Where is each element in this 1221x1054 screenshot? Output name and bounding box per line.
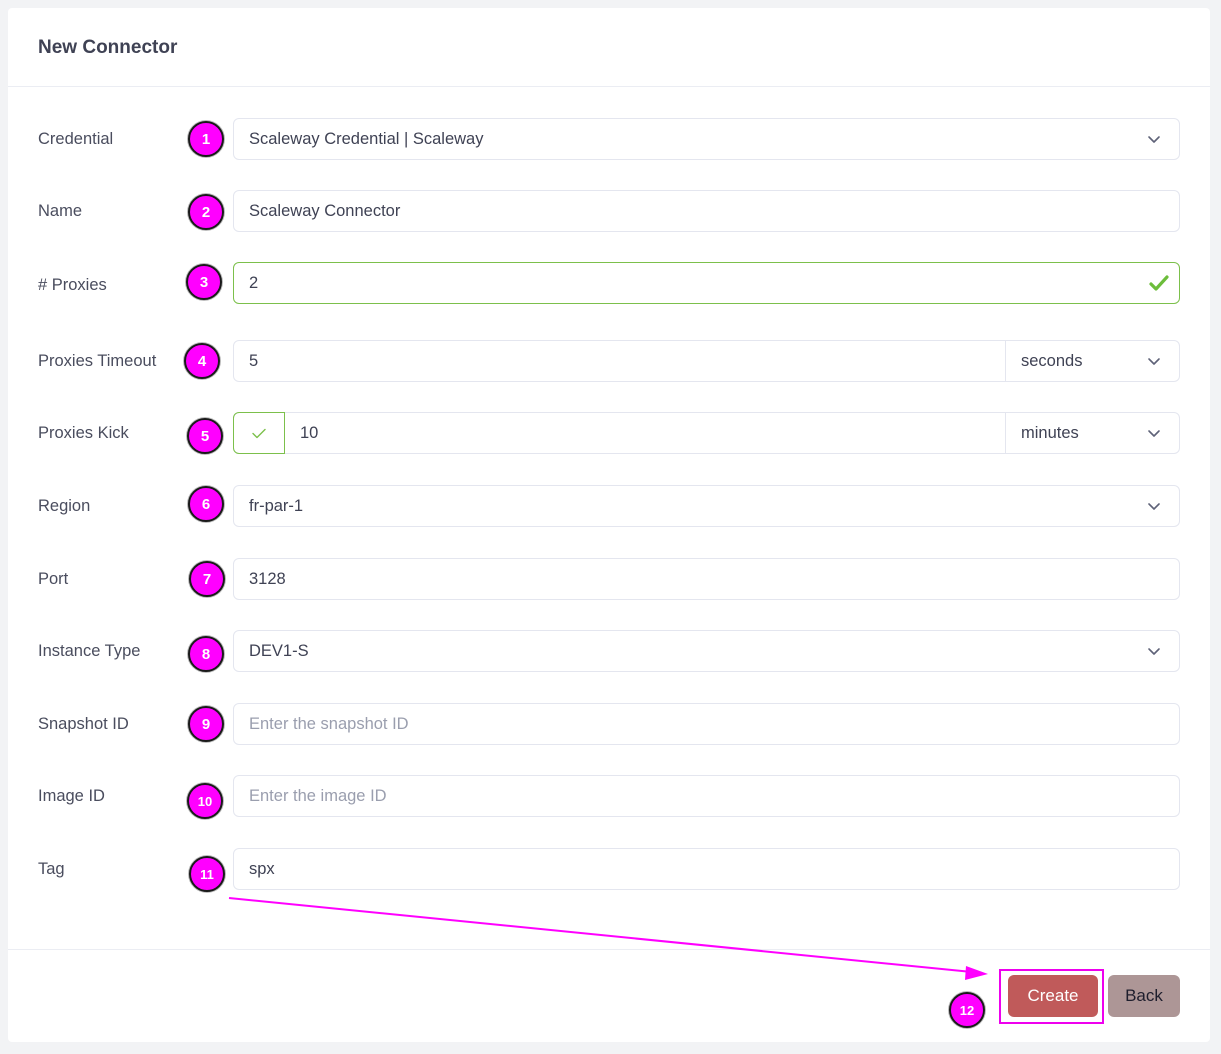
proxies-value: 2	[249, 273, 259, 292]
image-id-label: Image ID	[38, 787, 105, 805]
chevron-down-icon	[1148, 648, 1160, 655]
snapshot-id-input[interactable]: Enter the snapshot ID	[233, 703, 1180, 745]
annotation-badge-5: 5	[187, 418, 223, 454]
chevron-down-icon	[1148, 136, 1160, 143]
valid-check-icon	[1149, 275, 1169, 291]
name-label: Name	[38, 202, 83, 220]
proxies-timeout-group: 5 seconds	[233, 340, 1180, 382]
snapshot-id-label: Snapshot ID	[38, 715, 129, 733]
proxies-timeout-input[interactable]: 5	[234, 352, 1005, 371]
name-value: Scaleway Connector	[249, 201, 401, 220]
name-input[interactable]: Scaleway Connector	[233, 190, 1180, 232]
annotation-badge-2: 2	[188, 194, 224, 230]
proxies-timeout-label: Proxies Timeout	[38, 352, 157, 370]
card-footer: Create Back	[8, 949, 1210, 1042]
annotation-badge-9: 9	[188, 706, 224, 742]
annotation-badge-4: 4	[184, 343, 220, 379]
annotation-badge-10: 10	[187, 783, 223, 819]
tag-input[interactable]: spx	[233, 848, 1180, 890]
region-select[interactable]: fr-par-1	[233, 485, 1180, 527]
proxies-kick-input[interactable]: 10	[285, 424, 1005, 443]
annotation-badge-1: 1	[188, 121, 224, 157]
port-label: Port	[38, 570, 69, 588]
create-button[interactable]: Create	[1008, 975, 1098, 1017]
annotation-badge-11: 11	[189, 856, 225, 892]
proxies-kick-group: 10 minutes	[233, 412, 1180, 454]
credential-label: Credential	[38, 130, 114, 148]
tag-label: Tag	[38, 860, 65, 878]
region-value: fr-par-1	[249, 496, 304, 515]
annotation-badge-6: 6	[188, 486, 224, 522]
proxies-kick-checkbox[interactable]	[233, 412, 285, 454]
proxies-kick-unit-select[interactable]: minutes	[1005, 413, 1179, 453]
chevron-down-icon	[1148, 358, 1160, 365]
port-input[interactable]: 3128	[233, 558, 1180, 600]
proxies-label: # Proxies	[38, 276, 107, 294]
instance-type-label: Instance Type	[38, 642, 141, 660]
chevron-down-icon	[1148, 430, 1160, 437]
annotation-badge-8: 8	[188, 636, 224, 672]
instance-type-value: DEV1-S	[249, 641, 309, 660]
annotation-badge-7: 7	[189, 561, 225, 597]
new-connector-card: New Connector Credential Scaleway Creden…	[8, 8, 1210, 1042]
card-header: New Connector	[8, 8, 1210, 87]
credential-select[interactable]: Scaleway Credential | Scaleway	[233, 118, 1180, 160]
region-label: Region	[38, 497, 91, 515]
proxies-input[interactable]: 2	[233, 262, 1180, 304]
proxies-timeout-unit-select[interactable]: seconds	[1005, 341, 1179, 381]
annotation-badge-12: 12	[949, 992, 985, 1028]
credential-value: Scaleway Credential | Scaleway	[249, 129, 484, 148]
proxies-timeout-unit-value: seconds	[1021, 351, 1083, 370]
page-title: New Connector	[38, 36, 178, 58]
annotation-badge-3: 3	[186, 264, 222, 300]
snapshot-id-placeholder: Enter the snapshot ID	[249, 714, 409, 733]
tag-value: spx	[249, 859, 275, 878]
chevron-down-icon	[1148, 503, 1160, 510]
image-id-input[interactable]: Enter the image ID	[233, 775, 1180, 817]
instance-type-select[interactable]: DEV1-S	[233, 630, 1180, 672]
image-id-placeholder: Enter the image ID	[249, 786, 387, 805]
port-value: 3128	[249, 569, 286, 588]
back-button[interactable]: Back	[1108, 975, 1180, 1017]
proxies-kick-unit-value: minutes	[1021, 423, 1079, 442]
check-icon	[252, 428, 266, 439]
proxies-kick-label: Proxies Kick	[38, 424, 129, 442]
